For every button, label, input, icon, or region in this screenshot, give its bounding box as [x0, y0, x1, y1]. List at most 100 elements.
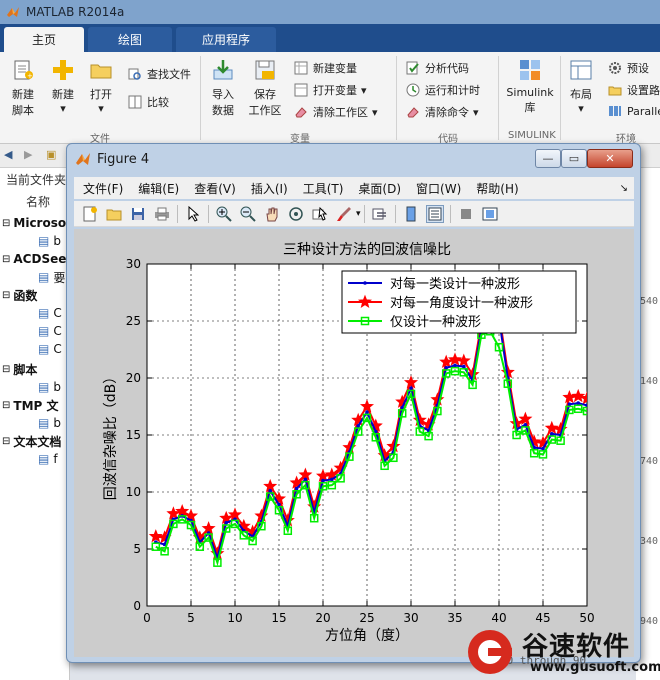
back-arrow-icon[interactable]: ◀	[4, 148, 12, 161]
zoom-in-icon[interactable]	[215, 205, 233, 223]
show-plot-tools-icon[interactable]	[481, 205, 499, 223]
file-icon: ▤	[38, 270, 50, 284]
legend-icon[interactable]	[425, 204, 444, 223]
analyze-code-label: 分析代码	[425, 62, 469, 75]
menubar-dock-icon[interactable]: ↘	[620, 183, 628, 194]
find-files-icon	[128, 68, 141, 80]
tree-item-label: 脚本	[13, 362, 38, 377]
tree-file-item[interactable]: ▤ f	[38, 450, 58, 468]
save-icon[interactable]	[129, 205, 147, 223]
import-label-1: 导入	[212, 88, 234, 101]
tree-item-label: ACDSee	[13, 252, 67, 266]
menu-window[interactable]: 窗口(W)	[416, 180, 461, 197]
toolbar-separator	[208, 204, 209, 223]
clear-workspace-button[interactable]: 清除工作区 ▾	[294, 104, 378, 120]
open-variable-button[interactable]: 打开变量 ▾	[294, 82, 367, 98]
collapse-icon[interactable]: ⊟	[2, 254, 10, 265]
brush-dropdown-icon[interactable]: ▾	[356, 209, 361, 219]
tree-file-item[interactable]: ▤ C	[38, 340, 62, 358]
x-tick-label: 35	[447, 611, 462, 625]
collapse-icon[interactable]: ⊟	[2, 290, 10, 301]
menu-tools[interactable]: 工具(T)	[303, 180, 344, 197]
preferences-button[interactable]: 预设	[608, 60, 649, 76]
new-variable-button[interactable]: 新建变量	[294, 60, 357, 76]
minimize-button[interactable]: —	[535, 149, 561, 168]
import-data-button[interactable]: 导入 数据	[208, 58, 238, 118]
find-files-button[interactable]: 查找文件	[128, 66, 191, 82]
tree-group-item[interactable]: ⊟ 脚本	[2, 360, 37, 378]
hide-plot-tools-icon[interactable]	[457, 205, 475, 223]
simulink-label-2: 库	[524, 101, 536, 114]
tab-apps[interactable]: 应用程序	[176, 27, 276, 52]
save-workspace-label-2: 工作区	[248, 104, 282, 117]
menu-insert[interactable]: 插入(I)	[251, 180, 288, 197]
menu-view[interactable]: 查看(V)	[194, 180, 236, 197]
legend-swatch-marker	[363, 281, 367, 285]
new-script-button[interactable]: + 新建 脚本	[8, 58, 38, 118]
import-label-2: 数据	[212, 104, 234, 117]
compare-button[interactable]: 比较	[128, 94, 169, 110]
new-button[interactable]: 新建 ▾	[50, 58, 76, 115]
tree-group-item[interactable]: ⊟ TMP 文	[2, 396, 59, 414]
clear-commands-button[interactable]: 清除命令 ▾	[406, 104, 479, 120]
menu-file[interactable]: 文件(F)	[83, 180, 123, 197]
tree-group-item[interactable]: ⊟ Microso	[2, 214, 66, 232]
zoom-out-icon[interactable]	[239, 205, 257, 223]
tree-file-item[interactable]: ▤ b	[38, 414, 61, 432]
data-cursor-icon[interactable]	[311, 205, 329, 223]
close-button[interactable]: ✕	[587, 149, 633, 168]
rotate-3d-icon[interactable]	[287, 205, 305, 223]
tree-group-item[interactable]: ⊟ 文本文档	[2, 432, 61, 450]
collapse-icon[interactable]: ⊟	[2, 218, 10, 229]
tree-file-item[interactable]: ▤ b	[38, 232, 61, 250]
maximize-button[interactable]: ▭	[561, 149, 587, 168]
pan-hand-icon[interactable]	[263, 205, 281, 223]
run-and-time-button[interactable]: 运行和计时	[406, 82, 480, 98]
colorbar-icon[interactable]	[402, 205, 420, 223]
analyze-code-button[interactable]: 分析代码	[406, 60, 469, 76]
plot-area[interactable]: 0 5 10 15 20 25 30 35 40 45 50 0 5 10 15 20 25 30 三种设计方法的回…	[74, 229, 634, 657]
tab-home[interactable]: 主页	[4, 27, 84, 52]
new-figure-icon[interactable]	[81, 205, 99, 223]
x-tick-label: 20	[315, 611, 330, 625]
tree-group-item[interactable]: ⊟ ACDSee	[2, 250, 66, 268]
layout-button[interactable]: 布局 ▾	[566, 58, 596, 115]
save-workspace-button[interactable]: 保存 工作区	[248, 58, 282, 118]
menu-help[interactable]: 帮助(H)	[476, 180, 518, 197]
brush-icon[interactable]	[335, 205, 353, 223]
y-tick-label: 30	[126, 257, 141, 271]
new-variable-icon	[294, 61, 308, 75]
tree-group-item[interactable]: ⊟ 函数	[2, 286, 37, 304]
clear-workspace-dropdown-icon: ▾	[372, 105, 378, 119]
tree-file-item[interactable]: ▤ b	[38, 378, 61, 396]
tree-file-item[interactable]: ▤ C	[38, 304, 62, 322]
data-point	[330, 477, 334, 482]
collapse-icon[interactable]: ⊟	[2, 436, 10, 447]
tree-file-item[interactable]: ▤ C	[38, 322, 62, 340]
menu-edit[interactable]: 编辑(E)	[138, 180, 179, 197]
data-point	[356, 424, 361, 428]
print-icon[interactable]	[153, 205, 171, 223]
set-path-button[interactable]: 设置路	[608, 82, 660, 98]
link-plot-icon[interactable]	[371, 205, 389, 223]
parallel-button[interactable]: Paralle	[608, 104, 660, 118]
open-button[interactable]: 打开 ▾	[88, 58, 114, 115]
collapse-icon[interactable]: ⊟	[2, 364, 10, 375]
ribbon: + 新建 脚本 新建 ▾ 打开 ▾ 查找文件 比较 文件 导入 数据 保存 工作…	[0, 52, 660, 145]
group-separator	[498, 56, 499, 140]
simulink-library-button[interactable]: Simulink 库	[506, 58, 554, 115]
forward-arrow-icon[interactable]: ▶	[24, 148, 32, 161]
collapse-icon[interactable]: ⊟	[2, 400, 10, 411]
tree-file-item[interactable]: ▤ 要	[38, 268, 65, 286]
file-icon: ▤	[38, 234, 50, 248]
folder-icon[interactable]: ▣	[46, 148, 56, 161]
column-header-name[interactable]: 名称	[26, 192, 50, 210]
tab-plots[interactable]: 绘图	[88, 27, 172, 52]
menu-desktop[interactable]: 桌面(D)	[358, 180, 401, 197]
data-point	[567, 402, 572, 407]
pointer-icon[interactable]	[184, 205, 202, 223]
open-file-icon[interactable]	[105, 205, 123, 223]
matlab-logo-icon	[76, 153, 90, 165]
layout-icon	[570, 60, 592, 80]
app-titlebar: MATLAB R2014a	[0, 0, 660, 24]
